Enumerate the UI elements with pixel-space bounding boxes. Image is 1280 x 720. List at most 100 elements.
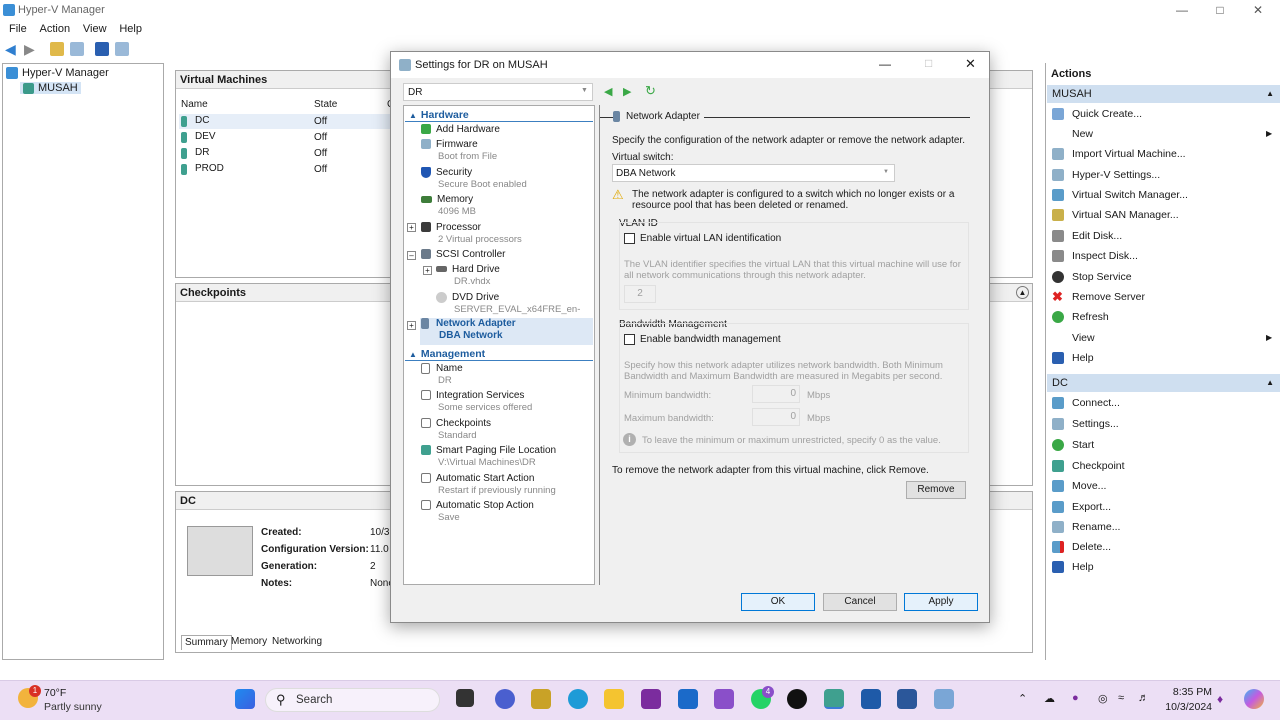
- tree-checkpoints[interactable]: Checkpoints Standard: [421, 418, 491, 442]
- tab-summary[interactable]: Summary: [181, 635, 232, 650]
- notification-bell-icon[interactable]: ♦: [1217, 692, 1223, 706]
- tree-root[interactable]: Hyper-V Manager: [6, 67, 109, 80]
- onenote-icon[interactable]: [641, 689, 661, 709]
- refresh-action[interactable]: Refresh: [1052, 310, 1109, 324]
- settings-action[interactable]: Settings...: [1052, 417, 1119, 431]
- wifi-icon[interactable]: ≈: [1118, 692, 1124, 704]
- checkpoint-action[interactable]: Checkpoint: [1052, 459, 1125, 473]
- expand-icon[interactable]: +: [407, 223, 416, 232]
- rename-action[interactable]: Rename...: [1052, 520, 1120, 534]
- menu-help[interactable]: Help: [114, 20, 147, 38]
- table-row[interactable]: DEV Off: [179, 130, 391, 145]
- tree-add-hardware[interactable]: Add Hardware: [421, 124, 500, 136]
- visual-studio-icon[interactable]: [714, 689, 734, 709]
- copilot-icon[interactable]: [1244, 689, 1264, 709]
- new-action[interactable]: New ▶: [1052, 127, 1272, 141]
- bandwidth-checkbox[interactable]: Enable bandwidth management: [624, 334, 781, 345]
- word-icon[interactable]: [897, 689, 917, 709]
- tree-memory[interactable]: Memory 4096 MB: [421, 194, 476, 218]
- table-row[interactable]: DR Off: [179, 146, 391, 161]
- vm-help-action[interactable]: Help: [1052, 560, 1094, 574]
- inspect-disk-action[interactable]: Inspect Disk...: [1052, 249, 1138, 263]
- tree-auto-stop[interactable]: Automatic Stop Action Save: [421, 500, 534, 524]
- tree-auto-start[interactable]: Automatic Start Action Restart if previou…: [421, 473, 556, 497]
- close-button[interactable]: ✕: [1240, 0, 1276, 20]
- tree-host-musah[interactable]: MUSAH: [20, 82, 81, 94]
- clock-time[interactable]: 8:35 PM: [1168, 686, 1212, 698]
- tree-scsi-controller[interactable]: SCSI Controller: [421, 249, 505, 261]
- back-arrow-icon[interactable]: ◀: [5, 42, 19, 56]
- previous-arrow-icon[interactable]: ◀: [604, 85, 612, 98]
- import-vm-action[interactable]: Import Virtual Machine...: [1052, 147, 1186, 161]
- hyperv-settings-action[interactable]: Hyper-V Settings...: [1052, 168, 1160, 182]
- table-row[interactable]: PROD Off: [179, 162, 391, 177]
- menu-file[interactable]: File: [4, 20, 32, 38]
- help-action[interactable]: Help: [1052, 351, 1094, 365]
- up-folder-icon[interactable]: [50, 42, 64, 56]
- remove-server-action[interactable]: ✖ Remove Server: [1052, 290, 1145, 304]
- next-arrow-icon[interactable]: ▶: [623, 85, 631, 98]
- volume-icon[interactable]: ♬: [1138, 692, 1149, 704]
- menu-view[interactable]: View: [78, 20, 112, 38]
- stop-service-action[interactable]: Stop Service: [1052, 270, 1132, 284]
- store-icon[interactable]: [678, 689, 698, 709]
- dialog-close-button[interactable]: ✕: [965, 56, 976, 72]
- apply-button[interactable]: Apply: [904, 593, 978, 611]
- tree-security[interactable]: Security Secure Boot enabled: [421, 167, 527, 191]
- menu-action[interactable]: Action: [35, 20, 76, 38]
- bandwidth-checkbox-box[interactable]: [624, 334, 635, 345]
- vlan-checkbox-box[interactable]: [624, 233, 635, 244]
- tree-firmware[interactable]: Firmware Boot from File: [421, 139, 497, 163]
- hardware-section-header[interactable]: ▲ Hardware: [405, 108, 593, 122]
- tab-networking[interactable]: Networking: [269, 635, 325, 648]
- view-action[interactable]: View ▶: [1052, 331, 1272, 345]
- clock-date[interactable]: 10/3/2024: [1158, 701, 1212, 713]
- hyperv-taskbar-icon[interactable]: [824, 689, 844, 709]
- expand-icon[interactable]: +: [423, 266, 432, 275]
- tree-name[interactable]: Name DR: [421, 363, 463, 387]
- task-view-icon[interactable]: [456, 689, 474, 707]
- vm-selector[interactable]: DR ▼: [403, 83, 593, 101]
- actions-vm-section[interactable]: DC ▲: [1047, 374, 1280, 392]
- language-globe-icon[interactable]: ◎: [1098, 692, 1108, 705]
- start-action[interactable]: Start: [1052, 438, 1094, 452]
- windows-start-icon[interactable]: [235, 689, 255, 709]
- taskbar-search[interactable]: ⚲ Search: [265, 688, 440, 712]
- tree-integration-services[interactable]: Integration Services Some services offere…: [421, 390, 532, 414]
- col-state[interactable]: State: [314, 99, 337, 110]
- cancel-button[interactable]: Cancel: [823, 593, 897, 611]
- help-icon[interactable]: [95, 42, 109, 56]
- move-action[interactable]: Move...: [1052, 479, 1106, 493]
- tiktok-icon[interactable]: [787, 689, 807, 709]
- management-section-header[interactable]: ▲ Management: [405, 347, 593, 361]
- file-explorer-icon[interactable]: [604, 689, 624, 709]
- virtual-san-manager-action[interactable]: Virtual SAN Manager...: [1052, 208, 1179, 222]
- quick-create-action[interactable]: Quick Create...: [1052, 107, 1142, 121]
- vlan-checkbox[interactable]: Enable virtual LAN identification: [624, 233, 781, 244]
- maximize-button[interactable]: □: [1202, 0, 1238, 20]
- edit-disk-action[interactable]: Edit Disk...: [1052, 229, 1122, 243]
- console-icon[interactable]: [115, 42, 129, 56]
- col-name[interactable]: Name: [181, 99, 311, 110]
- weather-temp[interactable]: 70°F: [44, 687, 66, 699]
- delete-action[interactable]: Delete...: [1052, 540, 1111, 554]
- tab-memory[interactable]: Memory: [228, 635, 270, 648]
- tree-processor[interactable]: Processor 2 Virtual processors: [421, 222, 522, 246]
- connect-action[interactable]: Connect...: [1052, 396, 1120, 410]
- minimize-button[interactable]: —: [1164, 0, 1200, 20]
- collapse-icon[interactable]: –: [407, 251, 416, 260]
- forward-arrow-icon[interactable]: ▶: [24, 42, 38, 56]
- onedrive-icon[interactable]: ☁: [1044, 692, 1055, 705]
- snipping-tool-icon[interactable]: [531, 689, 551, 709]
- dialog-minimize-button[interactable]: —: [879, 57, 891, 71]
- refresh-icon[interactable]: ↻: [645, 83, 656, 99]
- sql-icon[interactable]: [861, 689, 881, 709]
- export-action[interactable]: Export...: [1052, 500, 1111, 514]
- tray-chevron-icon[interactable]: ⌃: [1018, 692, 1027, 705]
- tree-network-adapter[interactable]: Network Adapter DBA Network: [420, 318, 593, 345]
- virtual-switch-manager-action[interactable]: Virtual Switch Manager...: [1052, 188, 1188, 202]
- chat-icon[interactable]: [495, 689, 515, 709]
- collapse-icon[interactable]: ▲: [1016, 286, 1029, 299]
- show-hide-tree-icon[interactable]: [70, 42, 84, 56]
- tree-hard-drive[interactable]: Hard Drive DR.vhdx: [436, 264, 500, 288]
